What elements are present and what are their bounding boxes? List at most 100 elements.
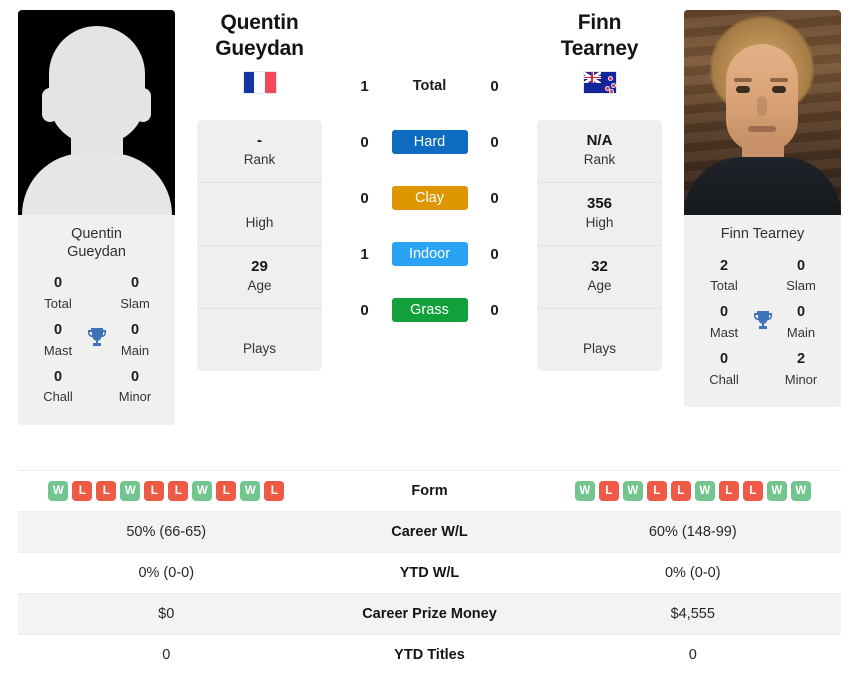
- right-titles-main-label: Main: [786, 325, 816, 341]
- left-plays-label: Plays: [242, 340, 276, 356]
- right-high-value: 356: [586, 194, 613, 212]
- trophy-icon: [751, 308, 775, 337]
- left-high-value: [203, 194, 316, 213]
- table-row: 0% (0-0) YTD W/L 0% (0-0): [18, 552, 841, 593]
- form-badge-l[interactable]: L: [646, 481, 667, 501]
- left-player-name[interactable]: Quentin Gueydan: [197, 10, 322, 62]
- form-badge-w[interactable]: W: [574, 481, 595, 501]
- right-player-info-card: N/A Rank 356 High 32 Age Plays: [537, 120, 662, 371]
- right-ytd_wl-cell: 0% (0-0): [664, 565, 721, 581]
- right-player-photo-caption: Finn Tearney: [684, 215, 841, 252]
- right-titles-chall-label: Chall: [709, 371, 739, 387]
- right-age-segment: 32 Age: [537, 246, 662, 309]
- surface-badge-indoor[interactable]: Indoor: [391, 242, 468, 266]
- left-titles-minor-label: Minor: [118, 389, 152, 405]
- surface-badge-hard[interactable]: Hard: [391, 130, 468, 154]
- left-titles-slam: 0 Slam: [105, 273, 165, 314]
- right-titles-minor: 2 Minor: [771, 349, 831, 390]
- form-badge-l[interactable]: L: [216, 481, 237, 501]
- left-player-name-line2: Gueydan: [215, 37, 304, 61]
- form-badge-l[interactable]: L: [264, 481, 285, 501]
- form-badge-l[interactable]: L: [742, 481, 763, 501]
- right-hard-titles: 0: [490, 133, 499, 151]
- form-badge-w[interactable]: W: [766, 481, 787, 501]
- titles-by-surface-column: 1 Total 0 0 Hard 0 0 Clay 0 1 Indoor 0 0 Grass 0: [322, 10, 537, 338]
- left-titles-minor-value: 0: [130, 368, 140, 385]
- left-titles-total: 0 Total: [28, 273, 88, 314]
- right-titles-total-label: Total: [710, 278, 738, 294]
- left-ytd_wl-cell: 0% (0-0): [138, 565, 195, 581]
- right-plays-value: [543, 320, 656, 339]
- left-player-info-column: Quentin Gueydan - Rank High 29 Age Plays: [197, 10, 322, 371]
- form-badge-l[interactable]: L: [72, 481, 93, 501]
- right-player-name[interactable]: Finn Tearney: [537, 10, 662, 62]
- left-titles-chall-value: 0: [53, 368, 63, 385]
- comparison-stats-table: W L L W L L W L W L Form W L W L L W L L W W 50% (66-65) Caree…: [0, 470, 859, 675]
- right-titles-slam-value: 0: [796, 257, 806, 274]
- trophy-icon: [85, 325, 109, 354]
- stat-label-ytd_titles: YTD Titles: [394, 647, 465, 663]
- left-player-flag-wrap: [197, 71, 322, 95]
- left-rank-value: -: [257, 132, 262, 150]
- right-titles-mast-label: Mast: [709, 325, 739, 341]
- surface-row-clay: 0 Clay 0: [322, 170, 537, 226]
- right-titles-row-1: 2 Total 0 Slam: [694, 256, 831, 297]
- form-badge-l[interactable]: L: [598, 481, 619, 501]
- placeholder-avatar-icon: [18, 10, 175, 215]
- left-titles-main: 0 Main: [105, 320, 165, 361]
- right-titles-row-3: 0 Chall 2 Minor: [694, 349, 831, 390]
- right-form-strip: WLWLLWLLWW: [545, 481, 842, 501]
- right-high-segment: 356 High: [537, 183, 662, 246]
- table-row: 50% (66-65) Career W/L 60% (148-99): [18, 511, 841, 552]
- form-badge-w[interactable]: W: [622, 481, 643, 501]
- surface-row-indoor: 1 Indoor 0: [322, 226, 537, 282]
- form-badge-w[interactable]: W: [694, 481, 715, 501]
- right-plays-label: Plays: [582, 340, 616, 356]
- stats-rows: W L L W L L W L W L Form W L W L L W L L W W 50% (66-65) Caree…: [18, 470, 841, 675]
- nz-flag-icon: [582, 71, 617, 95]
- right-indoor-titles: 0: [490, 245, 499, 263]
- left-high-label: High: [245, 214, 274, 230]
- left-titles-minor: 0 Minor: [105, 367, 165, 408]
- right-titles-slam: 0 Slam: [771, 256, 831, 297]
- form-badge-l[interactable]: L: [670, 481, 691, 501]
- right-high-label: High: [585, 214, 614, 230]
- right-career_prize_money-cell: $4,555: [670, 606, 715, 622]
- left-hard-titles: 0: [360, 133, 369, 151]
- right-career_wl-cell: 60% (148-99): [648, 524, 737, 540]
- right-titles-minor-value: 2: [796, 350, 806, 367]
- form-badge-l[interactable]: L: [718, 481, 739, 501]
- left-titles-row-1: 0 Total 0 Slam: [28, 273, 165, 314]
- surface-badge-clay[interactable]: Clay: [391, 186, 468, 210]
- right-total-titles: 0: [490, 77, 499, 95]
- right-age-label: Age: [587, 277, 612, 293]
- left-player-name-line1: Quentin: [220, 11, 299, 34]
- form-badge-l[interactable]: L: [144, 481, 165, 501]
- surface-row-grass: 0 Grass 0: [322, 282, 537, 338]
- left-grass-titles: 0: [360, 301, 369, 319]
- form-badge-w[interactable]: W: [240, 481, 261, 501]
- right-player-flag-wrap: [537, 71, 662, 95]
- surface-badge-grass[interactable]: Grass: [391, 298, 468, 322]
- left-player-photo-caption: Quentin Gueydan: [18, 215, 175, 270]
- left-rank-segment: - Rank: [197, 120, 322, 183]
- form-badge-w[interactable]: W: [192, 481, 213, 501]
- right-age-value: 32: [591, 257, 608, 275]
- table-row: W L L W L L W L W L Form W L W L L W L L W W: [18, 470, 841, 511]
- left-titles-chall: 0 Chall: [28, 367, 88, 408]
- left-age-segment: 29 Age: [197, 246, 322, 309]
- left-titles-chall-label: Chall: [43, 389, 73, 405]
- left-titles-row-3: 0 Chall 0 Minor: [28, 367, 165, 408]
- surface-row-hard: 0 Hard 0: [322, 114, 537, 170]
- form-badge-l[interactable]: L: [168, 481, 189, 501]
- right-grass-titles: 0: [490, 301, 499, 319]
- right-titles-main-value: 0: [796, 304, 806, 321]
- left-plays-value: [203, 320, 316, 339]
- form-badge-w[interactable]: W: [120, 481, 141, 501]
- left-titles-total-label: Total: [44, 296, 72, 312]
- form-badge-l[interactable]: L: [96, 481, 117, 501]
- right-titles-grid: 2 Total 0 Slam 0 Mast 0 Main 0 Chall 2 M…: [684, 251, 841, 408]
- form-badge-w[interactable]: W: [790, 481, 811, 501]
- right-titles-slam-label: Slam: [786, 278, 816, 294]
- form-badge-w[interactable]: W: [48, 481, 69, 501]
